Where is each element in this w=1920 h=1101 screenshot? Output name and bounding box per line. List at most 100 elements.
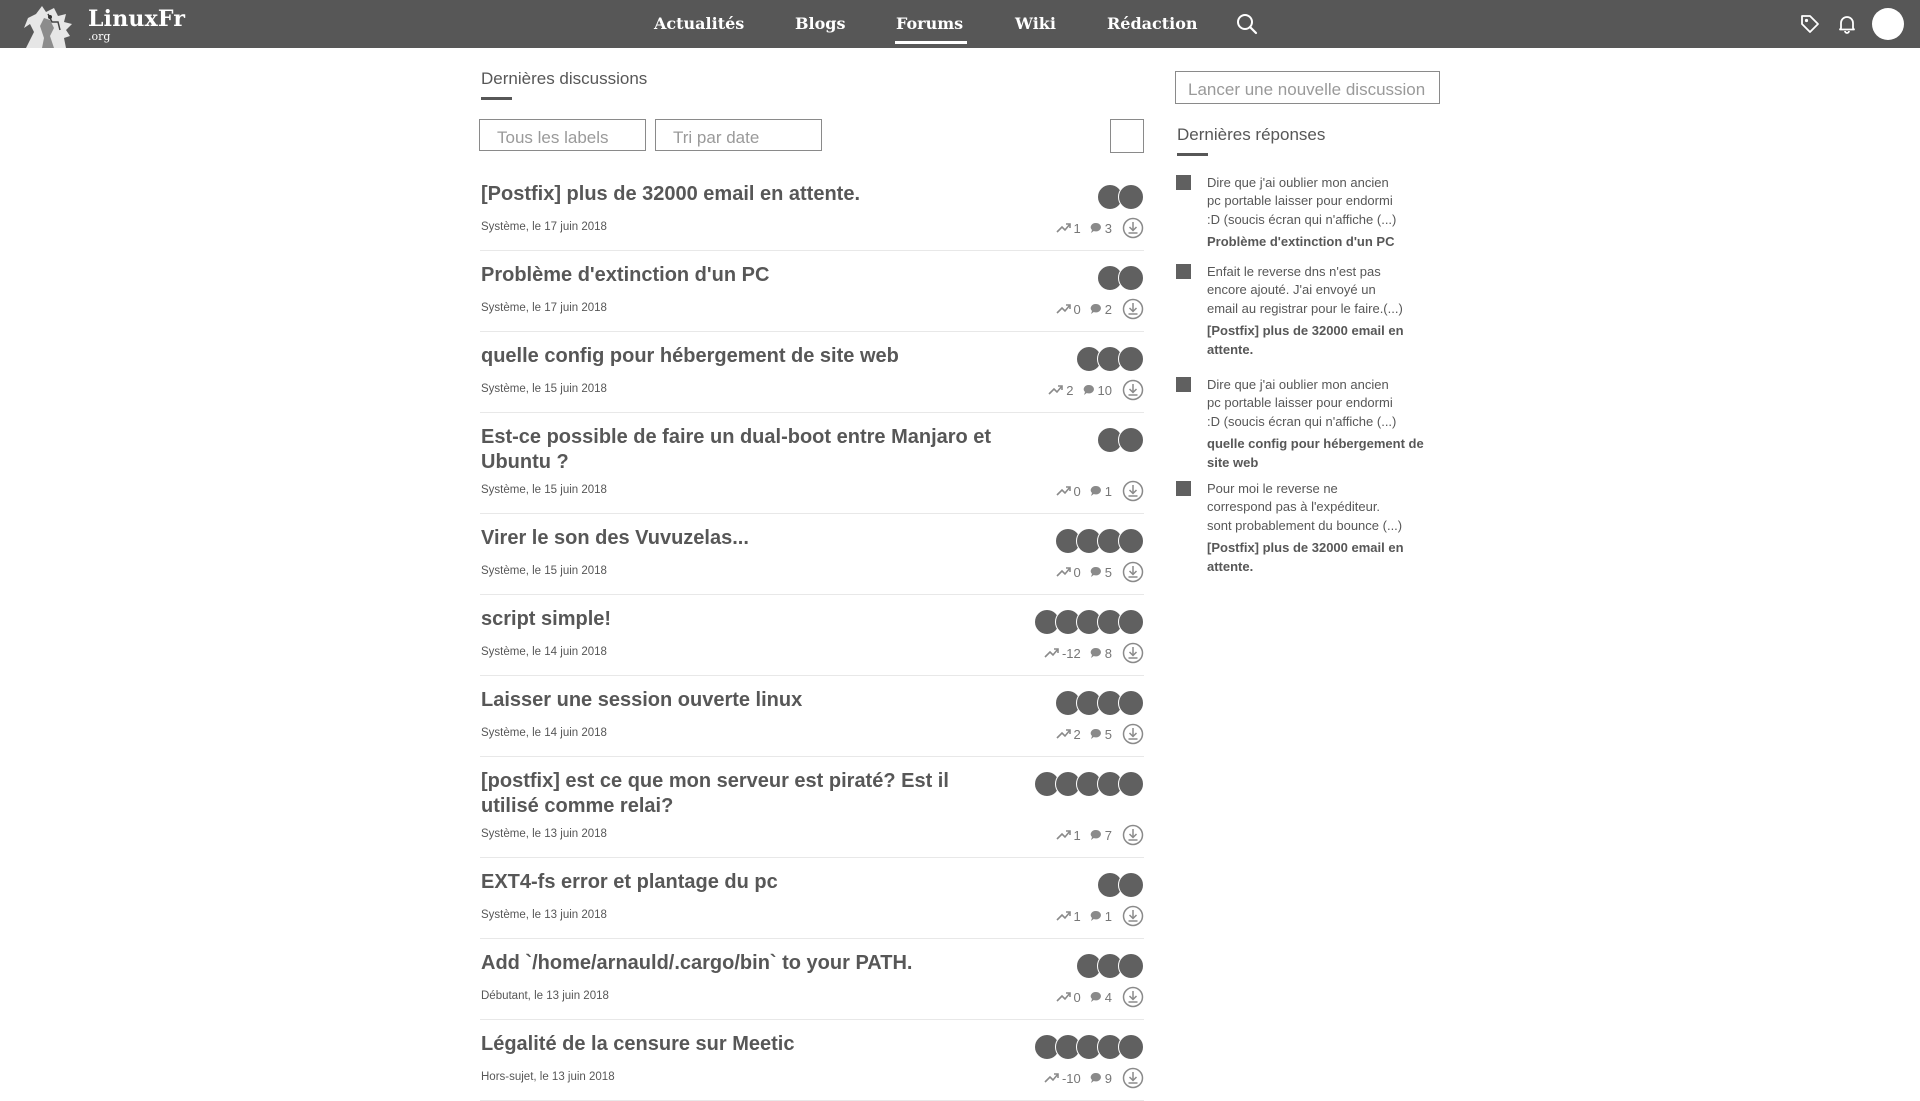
nav-forums[interactable]: Forums — [894, 14, 968, 44]
tag-icon[interactable] — [1800, 14, 1820, 34]
trend-icon — [1055, 911, 1071, 921]
discussion-comment-count: 5 — [1104, 726, 1112, 742]
discussion-stats: 04 — [1055, 986, 1144, 1008]
discussion-title[interactable]: Légalité de la censure sur Meetic — [481, 1032, 1001, 1057]
participant-avatar[interactable] — [1118, 184, 1144, 210]
participant-avatars — [1034, 1034, 1144, 1060]
participant-avatar[interactable] — [1118, 872, 1144, 898]
nav-redaction[interactable]: Rédaction — [1107, 14, 1198, 33]
discussion-score: 0 — [1073, 564, 1081, 580]
trend-icon — [1044, 1073, 1059, 1083]
reply-author-avatar[interactable] — [1176, 481, 1191, 496]
discussion-item[interactable]: script simple! Système, le 14 juin 2018 -1… — [480, 595, 1144, 676]
participant-avatar[interactable] — [1118, 953, 1144, 979]
discussion-meta: Système, le 15 juin 2018 — [481, 484, 607, 496]
discussion-item[interactable]: Laisser une session ouverte linux Système… — [480, 676, 1144, 757]
participant-avatars — [1097, 265, 1144, 291]
comment-icon — [1090, 1072, 1101, 1083]
reply-author-avatar[interactable] — [1176, 264, 1191, 279]
reply-topic-link[interactable]: [Postfix] plus de 32000 email en attente… — [1207, 539, 1432, 576]
discussion-meta: Système, le 15 juin 2018 — [481, 383, 607, 395]
download-icon[interactable] — [1122, 480, 1144, 502]
participant-avatars — [1034, 771, 1144, 797]
nav-blogs[interactable]: Blogs — [795, 14, 845, 33]
discussion-title[interactable]: Virer le son des Vuvuzelas... — [481, 526, 1001, 551]
reply-topic-link[interactable]: quelle config pour hébergement de site w… — [1207, 435, 1432, 472]
discussion-stats: 02 — [1055, 298, 1144, 320]
nav-actualites[interactable]: Actualités — [654, 14, 744, 33]
discussion-item[interactable]: Problème d'extinction d'un PC Système, le… — [480, 251, 1144, 332]
participant-avatar[interactable] — [1118, 265, 1144, 291]
discussion-list: [Postfix] plus de 32000 email en attente… — [480, 170, 1144, 1101]
participant-avatar[interactable] — [1118, 1034, 1144, 1060]
discussion-title[interactable]: Est-ce possible de faire un dual-boot en… — [481, 425, 1001, 475]
participant-avatars — [1076, 953, 1144, 979]
participant-avatars — [1097, 184, 1144, 210]
participant-avatar[interactable] — [1118, 346, 1144, 372]
discussion-item[interactable]: [postfix] est ce que mon serveur est pir… — [480, 757, 1144, 858]
reply-author-avatar[interactable] — [1176, 377, 1191, 392]
download-icon[interactable] — [1122, 986, 1144, 1008]
participant-avatar[interactable] — [1118, 771, 1144, 797]
discussion-item[interactable]: Virer le son des Vuvuzelas... Système, le… — [480, 514, 1144, 595]
discussion-title[interactable]: [postfix] est ce que mon serveur est pir… — [481, 769, 1001, 819]
download-icon[interactable] — [1122, 379, 1144, 401]
user-avatar[interactable] — [1872, 8, 1904, 40]
participant-avatar[interactable] — [1118, 690, 1144, 716]
labels-filter[interactable]: Tous les labels — [479, 119, 646, 151]
nav-wiki[interactable]: Wiki — [1015, 14, 1056, 33]
discussion-title[interactable]: EXT4-fs error et plantage du pc — [481, 870, 1001, 895]
download-icon[interactable] — [1122, 824, 1144, 846]
discussion-title[interactable]: [Postfix] plus de 32000 email en attente… — [481, 182, 1001, 207]
discussion-title[interactable]: script simple! — [481, 607, 1001, 632]
discussion-meta: Système, le 13 juin 2018 — [481, 909, 607, 921]
download-icon[interactable] — [1122, 905, 1144, 927]
discussion-item[interactable]: Add `/home/arnauld/.cargo/bin` to your P… — [480, 939, 1144, 1020]
discussion-item[interactable]: quelle config pour hébergement de site w… — [480, 332, 1144, 413]
comment-icon — [1090, 991, 1101, 1002]
discussion-item[interactable]: EXT4-fs error et plantage du pc Système, … — [480, 858, 1144, 939]
download-icon[interactable] — [1122, 642, 1144, 664]
discussion-title[interactable]: Laisser une session ouverte linux — [481, 688, 1001, 713]
participant-avatar[interactable] — [1118, 427, 1144, 453]
discussion-item[interactable]: Est-ce possible de faire un dual-boot en… — [480, 413, 1144, 514]
comment-icon — [1090, 222, 1101, 233]
participant-avatars — [1097, 872, 1144, 898]
discussion-meta: Système, le 17 juin 2018 — [481, 221, 607, 233]
download-icon[interactable] — [1122, 217, 1144, 239]
download-icon[interactable] — [1122, 561, 1144, 583]
discussion-stats: 25 — [1055, 723, 1144, 745]
discussion-title[interactable]: Problème d'extinction d'un PC — [481, 263, 1001, 288]
discussion-item[interactable]: Légalité de la censure sur Meetic Hors-su… — [480, 1020, 1144, 1101]
reply-topic-link[interactable]: [Postfix] plus de 32000 email en attente… — [1207, 322, 1432, 359]
discussion-comment-count: 7 — [1104, 827, 1112, 843]
participant-avatar[interactable] — [1118, 609, 1144, 635]
discussion-meta: Système, le 17 juin 2018 — [481, 302, 607, 314]
download-icon[interactable] — [1122, 1067, 1144, 1089]
reply-author-avatar[interactable] — [1176, 175, 1191, 190]
discussion-title[interactable]: Add `/home/arnauld/.cargo/bin` to your P… — [481, 951, 1001, 976]
comment-icon — [1090, 485, 1101, 496]
reply-excerpt[interactable]: Dire que j'ai oublier mon ancien pc port… — [1207, 376, 1429, 431]
download-icon[interactable] — [1122, 723, 1144, 745]
bell-icon[interactable] — [1837, 14, 1857, 34]
discussion-item[interactable]: [Postfix] plus de 32000 email en attente… — [480, 170, 1144, 251]
download-icon[interactable] — [1122, 298, 1144, 320]
participant-avatars — [1055, 690, 1144, 716]
discussion-stats: 01 — [1055, 480, 1144, 502]
reply-excerpt[interactable]: Pour moi le reverse ne correspond pas à … — [1207, 480, 1429, 535]
latest-replies-heading: Dernières réponses — [1177, 125, 1325, 156]
sort-filter[interactable]: Tri par date — [655, 119, 822, 151]
trend-icon — [1044, 648, 1059, 658]
reply-excerpt[interactable]: Dire que j'ai oublier mon ancien pc port… — [1207, 174, 1429, 229]
discussion-meta: Système, le 14 juin 2018 — [481, 646, 607, 658]
reply-topic-link[interactable]: Problème d'extinction d'un PC — [1207, 233, 1432, 251]
reply-excerpt[interactable]: Enfait le reverse dns n'est pas encore a… — [1207, 263, 1429, 318]
new-discussion-button[interactable]: Lancer une nouvelle discussion — [1175, 71, 1440, 104]
participant-avatar[interactable] — [1118, 528, 1144, 554]
discussion-title[interactable]: quelle config pour hébergement de site w… — [481, 344, 1001, 369]
discussion-score: 1 — [1073, 908, 1081, 924]
toggle-checkbox-button[interactable] — [1110, 119, 1144, 153]
latest-discussions-title: Dernières discussions — [481, 69, 648, 88]
search-icon[interactable] — [1236, 13, 1258, 35]
